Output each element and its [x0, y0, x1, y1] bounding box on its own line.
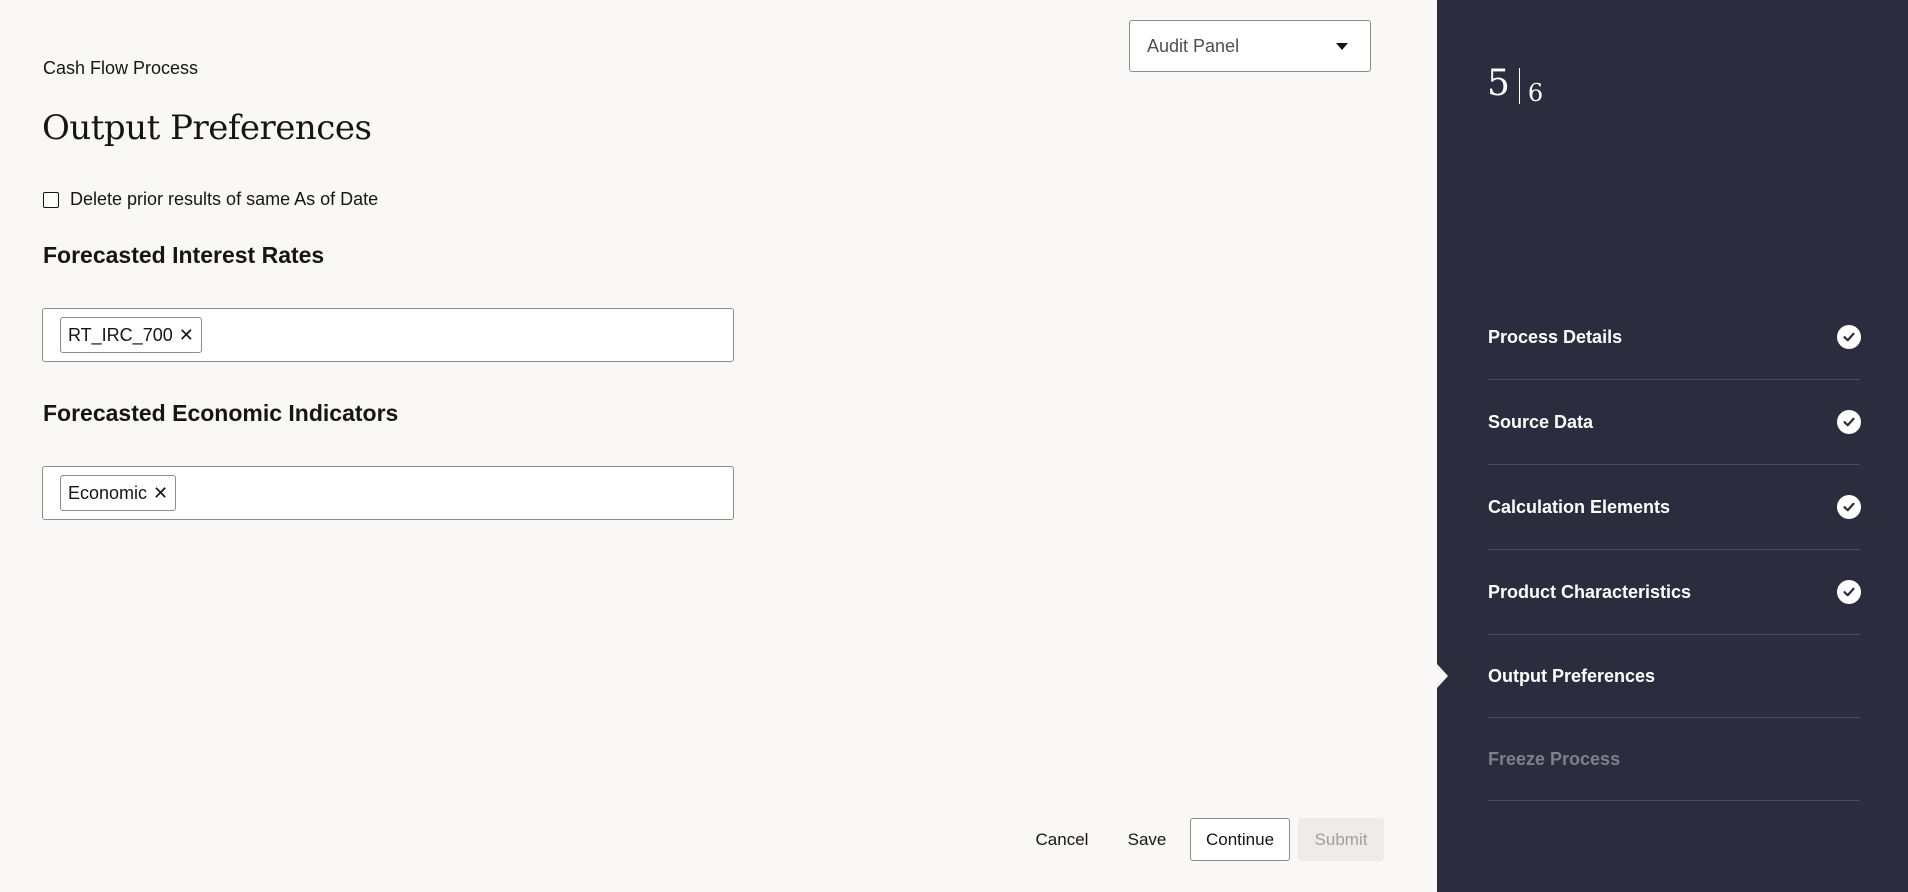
- train-step-label: Output Preferences: [1488, 665, 1656, 686]
- train-step-product-characteristics[interactable]: Product Characteristics: [1488, 550, 1861, 635]
- delete-prior-checkbox[interactable]: [43, 191, 59, 208]
- checkmark-icon: [1837, 580, 1861, 604]
- current-step-number: 5: [1487, 63, 1510, 104]
- current-step-pointer-icon: [1437, 664, 1448, 688]
- delete-prior-label: Delete prior results of same As of Date: [70, 189, 379, 209]
- train-step-label: Freeze Process: [1488, 748, 1621, 769]
- economic-indicators-input[interactable]: Economic ✕: [42, 466, 734, 520]
- train-step-freeze-process: Freeze Process: [1488, 718, 1860, 801]
- close-icon[interactable]: ✕: [179, 325, 194, 346]
- step-divider: [1518, 68, 1520, 104]
- train-step-label: Product Characteristics: [1488, 581, 1692, 602]
- continue-button[interactable]: Continue: [1190, 818, 1290, 861]
- submit-button[interactable]: Submit: [1298, 818, 1384, 861]
- train-step-label: Process Details: [1488, 326, 1623, 347]
- checkmark-icon: [1837, 325, 1861, 349]
- train-step-calculation-elements[interactable]: Calculation Elements: [1488, 465, 1861, 550]
- interest-rates-input[interactable]: RT_IRC_700 ✕: [42, 308, 734, 362]
- cancel-button[interactable]: Cancel: [1026, 818, 1098, 861]
- train-steps: Process Details Source Data Calculation …: [1488, 295, 1861, 801]
- audit-panel-dropdown[interactable]: Audit Panel: [1129, 20, 1371, 72]
- main-panel: Cash Flow Process Output Preferences Aud…: [0, 0, 1437, 892]
- close-icon[interactable]: ✕: [153, 483, 168, 504]
- tag-chip-label: RT_IRC_700: [68, 324, 173, 345]
- delete-prior-row[interactable]: Delete prior results of same As of Date: [43, 189, 378, 210]
- tag-chip: RT_IRC_700 ✕: [60, 317, 202, 353]
- interest-rates-heading: Forecasted Interest Rates: [43, 242, 325, 268]
- caret-down-icon: [1336, 43, 1348, 50]
- train-step-label: Source Data: [1488, 411, 1594, 432]
- train-step-output-preferences[interactable]: Output Preferences: [1488, 635, 1860, 718]
- train-step-source-data[interactable]: Source Data: [1488, 380, 1861, 465]
- audit-panel-value: Audit Panel: [1147, 35, 1240, 56]
- train-step-label: Calculation Elements: [1488, 496, 1671, 517]
- tag-chip-label: Economic: [68, 482, 148, 503]
- checkmark-icon: [1837, 495, 1861, 519]
- tag-chip: Economic ✕: [60, 475, 177, 511]
- page-title: Output Preferences: [42, 108, 372, 148]
- train-sidebar: 5 6 Process Details Source Data Calculat…: [1437, 0, 1908, 892]
- total-steps-number: 6: [1527, 79, 1544, 107]
- train-step-process-details[interactable]: Process Details: [1488, 295, 1861, 380]
- breadcrumb: Cash Flow Process: [43, 58, 199, 78]
- step-counter: 5 6: [1487, 63, 1544, 108]
- checkmark-icon: [1837, 410, 1861, 434]
- economic-indicators-heading: Forecasted Economic Indicators: [43, 400, 399, 426]
- save-button[interactable]: Save: [1116, 818, 1178, 861]
